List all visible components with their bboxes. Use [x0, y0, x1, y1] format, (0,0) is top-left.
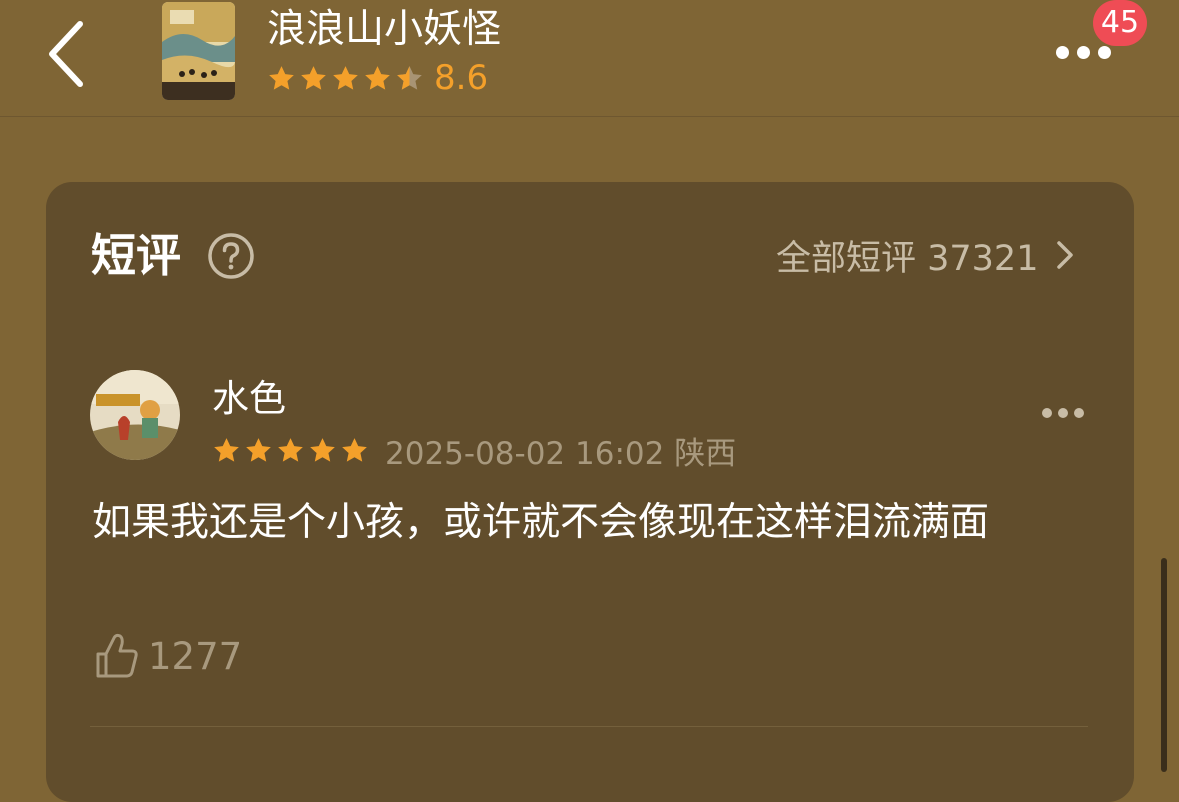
scrollbar[interactable]: [1161, 558, 1167, 772]
movie-poster[interactable]: [162, 2, 235, 100]
notification-badge: 45: [1093, 0, 1147, 46]
chevron-left-icon: [49, 21, 83, 87]
star-icon: [342, 437, 367, 462]
question-circle-icon[interactable]: [207, 232, 255, 280]
thumbs-up-icon: [96, 633, 138, 678]
more-dots-icon: [1042, 408, 1052, 418]
more-dots-icon: [1058, 408, 1068, 418]
star-icon: [365, 65, 390, 90]
short-reviews-card: 短评 全部短评 37321 水色 2025-08-02 16:02 陕西 如果我…: [46, 182, 1134, 802]
more-dots-icon: [1098, 45, 1111, 59]
comment-text: 如果我还是个小孩，或许就不会像现在这样泪流满面: [92, 500, 990, 545]
section-title: 短评: [91, 229, 182, 282]
back-button[interactable]: [40, 14, 100, 94]
star-icon: [269, 65, 294, 90]
header-bar: 浪浪山小妖怪 8.6 45: [0, 0, 1179, 117]
avatar[interactable]: [90, 370, 180, 460]
star-icon: [278, 437, 303, 462]
movie-rating: 8.6: [267, 58, 488, 98]
comment-more-button[interactable]: [1042, 406, 1088, 420]
movie-title: 浪浪山小妖怪: [267, 7, 502, 52]
comment-date-location: 2025-08-02 16:02 陕西: [385, 435, 737, 472]
like-count: 1277: [148, 634, 243, 678]
comment-username[interactable]: 水色: [212, 374, 286, 424]
star-icon: [333, 65, 358, 90]
chevron-right-icon: [1057, 241, 1074, 269]
star-icon: [214, 437, 239, 462]
star-icon: [301, 65, 326, 90]
movie-score: 8.6: [434, 58, 489, 98]
movie-rating-stars: [267, 64, 424, 93]
more-dots-icon: [1074, 408, 1084, 418]
all-reviews-link[interactable]: 全部短评 37321: [776, 228, 1074, 282]
comment-meta: 2025-08-02 16:02 陕西: [212, 430, 737, 472]
all-reviews-label: 全部短评 37321: [776, 238, 1039, 279]
half-star-icon: [397, 65, 422, 90]
more-dots-icon: [1056, 45, 1069, 59]
more-dots-icon: [1077, 45, 1090, 59]
star-icon: [246, 437, 271, 462]
star-icon: [310, 437, 335, 462]
divider: [90, 726, 1088, 727]
like-button[interactable]: 1277: [94, 630, 242, 682]
comment-rating-stars: [212, 436, 369, 465]
